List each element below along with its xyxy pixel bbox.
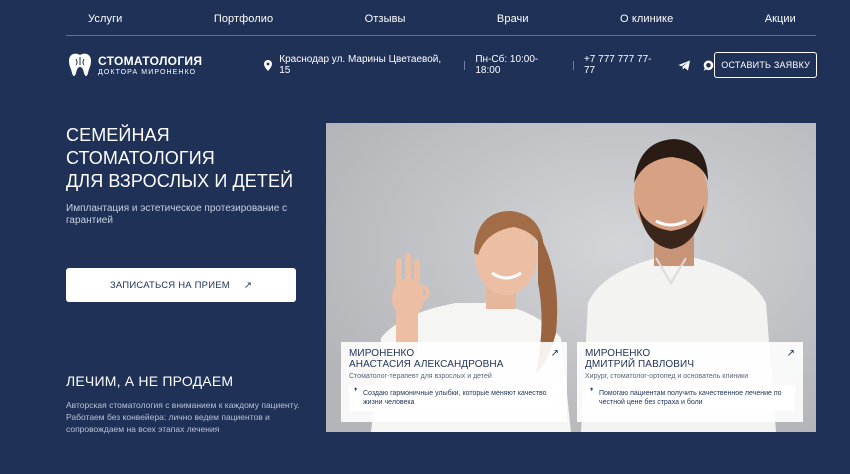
book-button-label: ЗАПИСАТЬСЯ НА ПРИЕМ: [109, 279, 230, 291]
contact-bar: Краснодар ул. Марины Цветаевой, 15 Пн-Сб…: [264, 54, 714, 76]
logo[interactable]: СТОМАТОЛОГИЯ ДОКТОРА МИРОНЕНКО: [66, 52, 202, 78]
quote-icon: ❜: [354, 387, 358, 398]
doctors-photo: МИРОНЕНКО АНАСТАСИЯ АЛЕКСАНДРОВНА ↗ Стом…: [326, 123, 816, 432]
doctor-name: МИРОНЕНКО АНАСТАСИЯ АЛЕКСАНДРОВНА: [349, 348, 559, 370]
doctor-quote: ❜ Создаю гармоничные улыбки, которые мен…: [349, 385, 559, 411]
divider: [464, 60, 466, 70]
doctor-given-name: АНАСТАСИЯ АЛЕКСАНДРОВНА: [349, 359, 504, 370]
address-text: Краснодар ул. Марины Цветаевой, 15: [279, 54, 442, 76]
motto-heading: ЛЕЧИМ, А НЕ ПРОДАЕМ: [66, 373, 234, 389]
motto-text: Авторская стоматология с вниманием к каж…: [66, 400, 300, 434]
hours-text: Пн-Сб: 10:00-18:00: [475, 54, 539, 76]
hero-title-line: СЕМЕЙНАЯ: [66, 125, 170, 145]
nav-item-promotions[interactable]: Акции: [765, 13, 796, 25]
arrow-up-right-icon: ↗: [243, 279, 253, 291]
social-links: [678, 60, 714, 71]
doctor-quote-text: Создаю гармоничные улыбки, которые меняю…: [363, 390, 547, 406]
nav-item-services[interactable]: Услуги: [88, 13, 122, 25]
arrow-up-right-icon[interactable]: ↗: [787, 348, 795, 359]
logo-title: СТОМАТОЛОГИЯ: [98, 53, 203, 68]
hero-title: СЕМЕЙНАЯ СТОМАТОЛОГИЯ ДЛЯ ВЗРОСЛЫХ И ДЕТ…: [66, 124, 326, 193]
nav-item-reviews[interactable]: Отзывы: [365, 13, 406, 25]
nav-item-about[interactable]: О клинике: [620, 13, 673, 25]
chat-icon[interactable]: [703, 60, 714, 71]
nav-item-portfolio[interactable]: Портфолио: [214, 13, 273, 25]
logo-subtitle: ДОКТОРА МИРОНЕНКО: [98, 68, 197, 76]
doctor-card[interactable]: МИРОНЕНКО АНАСТАСИЯ АЛЕКСАНДРОВНА ↗ Стом…: [341, 342, 567, 422]
doctor-surname: МИРОНЕНКО: [349, 348, 415, 359]
book-appointment-button[interactable]: ЗАПИСАТЬСЯ НА ПРИЕМ ↗: [66, 268, 296, 302]
doctor-surname: МИРОНЕНКО: [585, 348, 651, 359]
doctor-name: МИРОНЕНКО ДМИТРИЙ ПАВЛОВИЧ: [585, 348, 795, 370]
doctor-card[interactable]: МИРОНЕНКО ДМИТРИЙ ПАВЛОВИЧ ↗ Хирург, сто…: [577, 342, 803, 422]
doctor-quote-text: Помогаю пациентам получить качественное …: [599, 390, 782, 406]
divider: [572, 60, 574, 70]
doctor-role: Стоматолог-терапевт для взрослых и детей: [349, 373, 492, 380]
phone-link[interactable]: +7 777 777 77-77: [584, 54, 662, 76]
location-pin-icon: [264, 59, 273, 71]
hero-title-line: ДЛЯ ВЗРОСЛЫХ И ДЕТЕЙ: [66, 171, 294, 191]
hero-subtitle: Имплантация и эстетическое протезировани…: [66, 203, 288, 226]
hero-title-line: СТОМАТОЛОГИЯ: [66, 148, 215, 168]
tooth-logo-icon: [69, 53, 91, 76]
arrow-up-right-icon[interactable]: ↗: [551, 348, 559, 359]
doctor-given-name: ДМИТРИЙ ПАВЛОВИЧ: [585, 359, 695, 370]
doctor-role: Хирург, стоматолог-ортопед и основатель …: [585, 373, 749, 380]
request-button[interactable]: ОСТАВИТЬ ЗАЯВКУ: [714, 52, 817, 78]
nav-item-doctors[interactable]: Врачи: [497, 13, 529, 25]
top-nav: Услуги Портфолио Отзывы Врачи О клинике …: [66, 8, 816, 36]
telegram-icon[interactable]: [678, 60, 691, 71]
doctor-quote: ❜ Помогаю пациентам получить качественно…: [585, 385, 795, 411]
header: СТОМАТОЛОГИЯ ДОКТОРА МИРОНЕНКО Краснодар…: [66, 52, 817, 78]
quote-icon: ❜: [590, 387, 594, 398]
